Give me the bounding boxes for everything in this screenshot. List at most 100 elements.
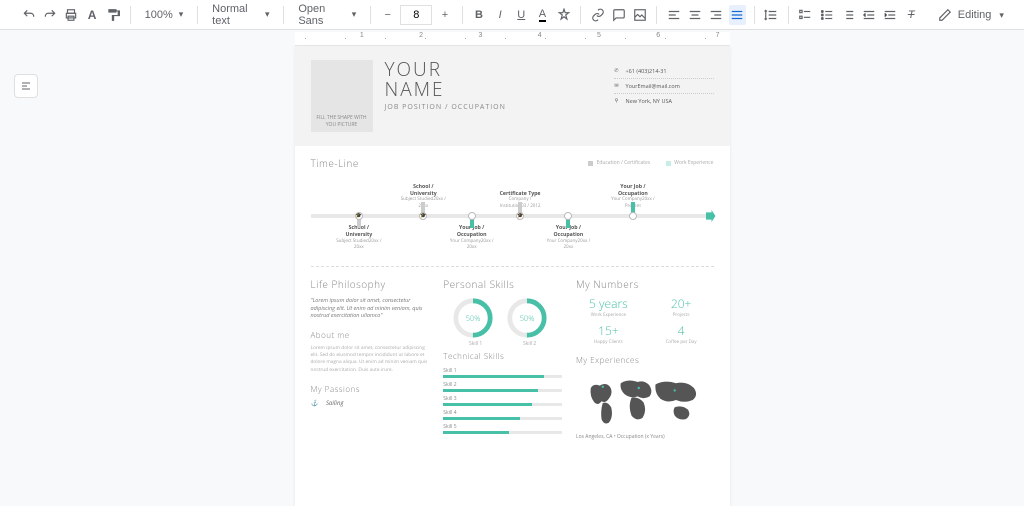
stat-cell[interactable]: 20+Projects: [649, 295, 714, 318]
timeline-chart[interactable]: School / UniversitySubject Studied20xx /…: [311, 176, 714, 258]
technical-skills-list: Skill 1 Skill 2 Skill 3 Skill 4 Skill 5: [443, 368, 562, 434]
editing-mode-button[interactable]: Editing: [928, 8, 1014, 22]
contact-value: New York, NY USA: [626, 97, 672, 105]
legend-work-label: Work Experience: [674, 160, 713, 166]
highlight-button[interactable]: [555, 5, 572, 25]
contact-location[interactable]: ⚲ New York, NY USA: [614, 94, 714, 108]
contact-phone[interactable]: ✆ +61 (403)214-31: [614, 64, 714, 79]
styles-value: Normal text: [212, 3, 259, 27]
skill-row[interactable]: Skill 4: [443, 410, 562, 420]
contact-email[interactable]: ✉YourEmail@mail.com: [614, 79, 714, 94]
redo-button[interactable]: [41, 5, 58, 25]
columns-row: Life Philosophy "Lorem ipsum dolor sit a…: [311, 277, 714, 440]
italic-button[interactable]: I: [492, 5, 509, 25]
stat-cell[interactable]: 4Coffee per Day: [649, 322, 714, 345]
resume-header: FILL THE SHAPE WITH YOU PICTURE YOUR NAM…: [295, 46, 730, 146]
align-justify-button[interactable]: [729, 5, 746, 25]
align-center-button[interactable]: [686, 5, 703, 25]
legend-work: Work Experience: [666, 160, 713, 166]
separator: [754, 6, 755, 24]
paint-format-button[interactable]: [105, 5, 122, 25]
legend-work-swatch: [666, 161, 671, 166]
numbers-title[interactable]: My Numbers: [576, 277, 714, 291]
svg-text:50%: 50%: [465, 314, 480, 324]
workspace: 1234567 FILL THE SHAPE WITH YOU PICTURE …: [0, 30, 1024, 506]
technical-skills-title[interactable]: Technical Skills: [443, 351, 562, 362]
decrease-indent-button[interactable]: [860, 5, 877, 25]
passion-label: Sailing: [326, 399, 344, 407]
timeline-entry[interactable]: School / UniversitySubject Studied20xx /…: [335, 224, 383, 251]
about-text[interactable]: Lorem ipsum dolor sit amet, consectetur …: [311, 345, 430, 374]
toolbar: A 100% Normal text Open Sans − + B I U A…: [0, 0, 1024, 30]
contact-block: ✆ +61 (403)214-31 ✉YourEmail@mail.com ⚲ Ne…: [614, 60, 714, 132]
horizontal-ruler[interactable]: 1234567: [295, 32, 730, 46]
align-left-button[interactable]: [665, 5, 682, 25]
font-size-decrease[interactable]: −: [379, 5, 396, 25]
separator: [462, 6, 463, 24]
passion-item[interactable]: ⚓Sailing: [311, 399, 430, 407]
location-icon: ⚲: [614, 98, 620, 104]
print-button[interactable]: [62, 5, 79, 25]
insert-image-button[interactable]: [631, 5, 648, 25]
styles-dropdown[interactable]: Normal text: [206, 3, 275, 27]
skill-row[interactable]: Skill 5: [443, 424, 562, 434]
about-title[interactable]: About me: [311, 330, 430, 341]
timeline-section: Time-Line Education / Certificates Work …: [311, 156, 714, 267]
stat-cell[interactable]: 5 yearsWork Experience: [576, 295, 641, 318]
zoom-value: 100%: [145, 9, 173, 21]
ruler-labels: 1234567: [305, 32, 720, 39]
phone-icon: ✆: [614, 68, 620, 74]
underline-button[interactable]: U: [513, 5, 530, 25]
insert-link-button[interactable]: [589, 5, 606, 25]
donut-chart[interactable]: 50%Skill 1: [452, 297, 500, 347]
skill-row[interactable]: Skill 1: [443, 368, 562, 378]
resume-body: Time-Line Education / Certificates Work …: [295, 146, 730, 450]
checklist-button[interactable]: [797, 5, 814, 25]
font-value: Open Sans: [298, 3, 345, 27]
show-outline-button[interactable]: [14, 74, 38, 98]
align-right-button[interactable]: [708, 5, 725, 25]
bulleted-list-button[interactable]: [818, 5, 835, 25]
svg-text:50%: 50%: [519, 314, 534, 324]
increase-indent-button[interactable]: [881, 5, 898, 25]
numbered-list-button[interactable]: [839, 5, 856, 25]
timeline-legend: Education / Certificates Work Experience: [588, 160, 713, 166]
text-color-button[interactable]: A: [534, 5, 551, 25]
name-line-2[interactable]: NAME: [385, 80, 602, 100]
timeline-title[interactable]: Time-Line: [311, 156, 359, 170]
pencil-icon: [938, 8, 952, 22]
font-size-increase[interactable]: +: [436, 5, 453, 25]
personal-skills-title[interactable]: Personal Skills: [443, 277, 562, 291]
contact-value: +61 (403)214-31: [626, 67, 667, 75]
timeline-entry[interactable]: Your Job / OccupationYour Company20xx / …: [544, 224, 592, 251]
philosophy-title[interactable]: Life Philosophy: [311, 277, 430, 291]
world-map[interactable]: [576, 370, 714, 430]
philosophy-quote[interactable]: "Lorem ipsum dolor sit amet, consectetur…: [311, 297, 430, 320]
job-title[interactable]: JOB POSITION / OCCUPATION: [385, 103, 602, 112]
zoom-dropdown[interactable]: 100%: [139, 3, 190, 27]
bold-button[interactable]: B: [470, 5, 487, 25]
donut-chart[interactable]: 50%Skill 2: [506, 297, 554, 347]
separator: [197, 6, 198, 24]
document-page[interactable]: FILL THE SHAPE WITH YOU PICTURE YOUR NAM…: [295, 46, 730, 506]
line-spacing-button[interactable]: [763, 5, 780, 25]
skill-row[interactable]: Skill 2: [443, 382, 562, 392]
numbers-grid: 5 yearsWork Experience 20+Projects 15+Happ…: [576, 295, 714, 345]
column-right: My Numbers 5 yearsWork Experience 20+Proj…: [576, 277, 714, 440]
experiences-title[interactable]: My Experiences: [576, 355, 714, 366]
experience-caption[interactable]: Los Angeles, CA • Occupation (x Years): [576, 434, 714, 440]
add-comment-button[interactable]: [610, 5, 627, 25]
font-dropdown[interactable]: Open Sans: [292, 3, 362, 27]
undo-button[interactable]: [20, 5, 37, 25]
stat-cell[interactable]: 15+Happy Clients: [576, 322, 641, 345]
timeline-entry[interactable]: Your Job / OccupationYour Company20xx / …: [448, 224, 496, 251]
chevron-down-icon: [997, 9, 1004, 21]
skill-row[interactable]: Skill 3: [443, 396, 562, 406]
passions-title[interactable]: My Passions: [311, 384, 430, 395]
spellcheck-button[interactable]: A: [83, 5, 100, 25]
editing-mode-label: Editing: [958, 9, 992, 21]
photo-placeholder[interactable]: FILL THE SHAPE WITH YOU PICTURE: [311, 60, 373, 132]
clear-formatting-button[interactable]: T: [903, 5, 920, 25]
separator: [283, 6, 284, 24]
font-size-input[interactable]: [400, 5, 432, 25]
